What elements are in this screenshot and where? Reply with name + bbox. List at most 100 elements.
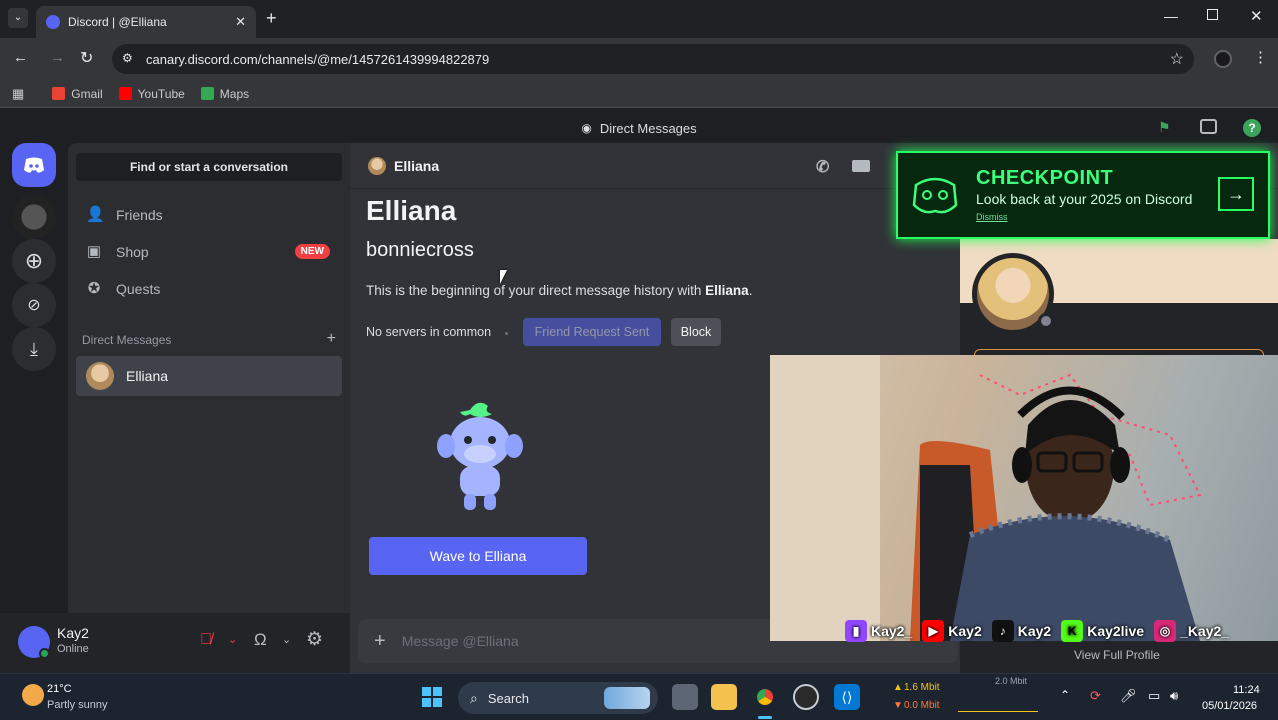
wave-button[interactable]: Wave to Elliana: [369, 537, 587, 575]
menu-icon[interactable]: ⋮: [1253, 48, 1268, 66]
message-placeholder: Message @Elliana: [401, 633, 519, 649]
user-status: Online: [57, 643, 89, 655]
forward-icon[interactable]: →: [50, 49, 65, 66]
server-avatar-icon[interactable]: [12, 195, 56, 239]
social-tiktok: ♪ Kay2: [991, 620, 1052, 642]
new-tab-icon[interactable]: +: [266, 8, 277, 29]
headphones-dropdown-icon[interactable]: ⌄: [282, 633, 291, 646]
dm-item-name: Elliana: [126, 368, 169, 384]
social-youtube: ▶ Kay2: [922, 620, 982, 642]
weather-desc: Partly sunny: [47, 699, 108, 711]
weather-temp: 21°C: [47, 683, 72, 695]
apps-grid-icon[interactable]: ▦: [12, 86, 24, 102]
search-icon: ⌕: [470, 689, 478, 706]
social-instagram: ◎ _Kay2_: [1154, 620, 1229, 642]
social-handle: Kay2: [948, 623, 982, 639]
clock-date[interactable]: 05/01/2026: [1202, 700, 1257, 712]
title-strip-label: Direct Messages: [599, 120, 697, 136]
dm-item-elliana[interactable]: Elliana: [76, 356, 342, 396]
bookmarks-bar: ▦ Gmail YouTube Maps: [0, 80, 1278, 108]
net-down-value: 0.0 Mbit: [904, 700, 940, 711]
browser-tab[interactable]: Discord | @Elliana ✕: [36, 6, 256, 38]
weather-icon[interactable]: [22, 684, 44, 706]
site-settings-icon[interactable]: ⚙: [122, 51, 133, 65]
mute-mic-icon[interactable]: 🎙̸: [200, 631, 212, 649]
friend-request-sent-button[interactable]: Friend Request Sent: [523, 318, 661, 346]
checkpoint-mascot-icon: [912, 177, 958, 214]
address-bar[interactable]: ⚙ canary.discord.com/channels/@me/145726…: [112, 44, 1194, 74]
find-conversation-button[interactable]: Find or start a conversation: [76, 153, 342, 181]
view-full-profile-link[interactable]: View Full Profile: [1074, 648, 1160, 662]
task-view-icon[interactable]: [672, 684, 698, 710]
bookmark-star-icon[interactable]: ☆: [1170, 49, 1184, 69]
user-settings-icon[interactable]: ⚙: [306, 628, 323, 651]
create-dm-icon[interactable]: +: [327, 331, 336, 347]
header-avatar: [368, 156, 386, 175]
taskbar-search[interactable]: ⌕ Search: [458, 682, 658, 714]
tray-chevron-icon[interactable]: ⌃: [1060, 688, 1070, 702]
nav-quests[interactable]: ✪ Quests: [76, 271, 342, 307]
nav-friends[interactable]: 👤 Friends: [76, 197, 342, 233]
social-handle: Kay2: [1017, 623, 1052, 639]
headphones-icon[interactable]: Ω: [254, 630, 267, 650]
bookmark-gmail[interactable]: Gmail: [52, 87, 103, 101]
nav-label: Friends: [116, 207, 163, 223]
dm-title-icon: ◉: [581, 121, 592, 135]
flag-icon[interactable]: ⚑: [1158, 119, 1171, 136]
social-handle: Kay2live: [1087, 623, 1145, 639]
checkpoint-dismiss-link[interactable]: Dismiss: [976, 212, 1008, 222]
search-highlight-image: [604, 687, 650, 709]
bookmark-maps[interactable]: Maps: [200, 87, 249, 101]
download-icon[interactable]: ⤓: [12, 327, 56, 371]
mic-icon[interactable]: 🎤︎: [1120, 688, 1137, 704]
net-graph: [958, 686, 1038, 712]
checkpoint-subtitle: Look back at your 2025 on Discord: [976, 191, 1193, 207]
gmail-icon: [52, 87, 66, 100]
user-panel: Kay2 Online 🎙̸ ⌄ Ω ⌄ ⚙: [0, 613, 350, 673]
start-icon[interactable]: [419, 684, 445, 710]
video-call-icon[interactable]: [852, 160, 870, 172]
beginning-prefix: This is the beginning of your direct mes…: [366, 283, 706, 298]
voice-call-icon[interactable]: ✆: [816, 157, 829, 177]
nav-label: Shop: [116, 244, 149, 260]
help-icon[interactable]: ?: [1243, 119, 1261, 137]
minimize-icon[interactable]: —: [1164, 8, 1178, 24]
network-icon[interactable]: ▭: [1148, 688, 1160, 704]
discover-icon[interactable]: ⊘: [12, 283, 56, 327]
discord-title-strip: ◉ Direct Messages ⚑ ?: [0, 113, 1278, 143]
maximize-icon[interactable]: [1207, 9, 1218, 20]
inbox-icon[interactable]: [1200, 119, 1217, 134]
wumpus-illustration: [437, 402, 523, 510]
home-dm-icon[interactable]: [12, 143, 56, 187]
profile-icon[interactable]: [1214, 50, 1232, 68]
nav-shop[interactable]: ▣ Shop NEW: [76, 234, 342, 270]
online-status-dot: [39, 648, 50, 659]
vscode-icon[interactable]: ⟨⟩: [834, 684, 860, 710]
profile-status-dot: [1038, 313, 1054, 329]
mic-dropdown-icon[interactable]: ⌄: [228, 633, 237, 646]
clock-time[interactable]: 11:24: [1233, 684, 1260, 696]
tab-close-icon[interactable]: ✕: [235, 14, 246, 30]
tab-search-icon[interactable]: ⌄: [8, 8, 28, 28]
social-handle: _Kay2_: [1180, 623, 1230, 639]
reload-icon[interactable]: ↻: [80, 48, 93, 68]
dm-sidebar: Find or start a conversation 👤 Friends ▣…: [68, 143, 350, 673]
add-server-icon[interactable]: ⊕: [12, 239, 56, 283]
volume-icon[interactable]: 🔊︎: [1170, 688, 1178, 704]
obs-icon[interactable]: [793, 684, 819, 710]
chrome-icon[interactable]: [752, 684, 778, 710]
back-icon[interactable]: ←: [13, 49, 28, 66]
tray-app-icon[interactable]: ⟳: [1090, 688, 1101, 704]
block-button[interactable]: Block: [671, 318, 721, 346]
bookmark-youtube[interactable]: YouTube: [118, 87, 185, 101]
server-rail: ⊕ ⊘ ⤓: [0, 143, 68, 673]
checkpoint-banner[interactable]: CHECKPOINT Look back at your 2025 on Dis…: [896, 151, 1270, 239]
browser-toolbar: ← → ↻ ⚙ canary.discord.com/channels/@me/…: [0, 38, 1278, 80]
close-window-icon[interactable]: ✕: [1250, 7, 1263, 25]
youtube-icon: ▶: [922, 620, 945, 642]
instagram-icon: ◎: [1154, 620, 1177, 642]
arrow-right-icon[interactable]: →: [1218, 177, 1254, 211]
attach-plus-icon[interactable]: +: [374, 630, 386, 653]
new-badge: NEW: [294, 244, 330, 259]
file-explorer-icon[interactable]: [711, 684, 737, 710]
